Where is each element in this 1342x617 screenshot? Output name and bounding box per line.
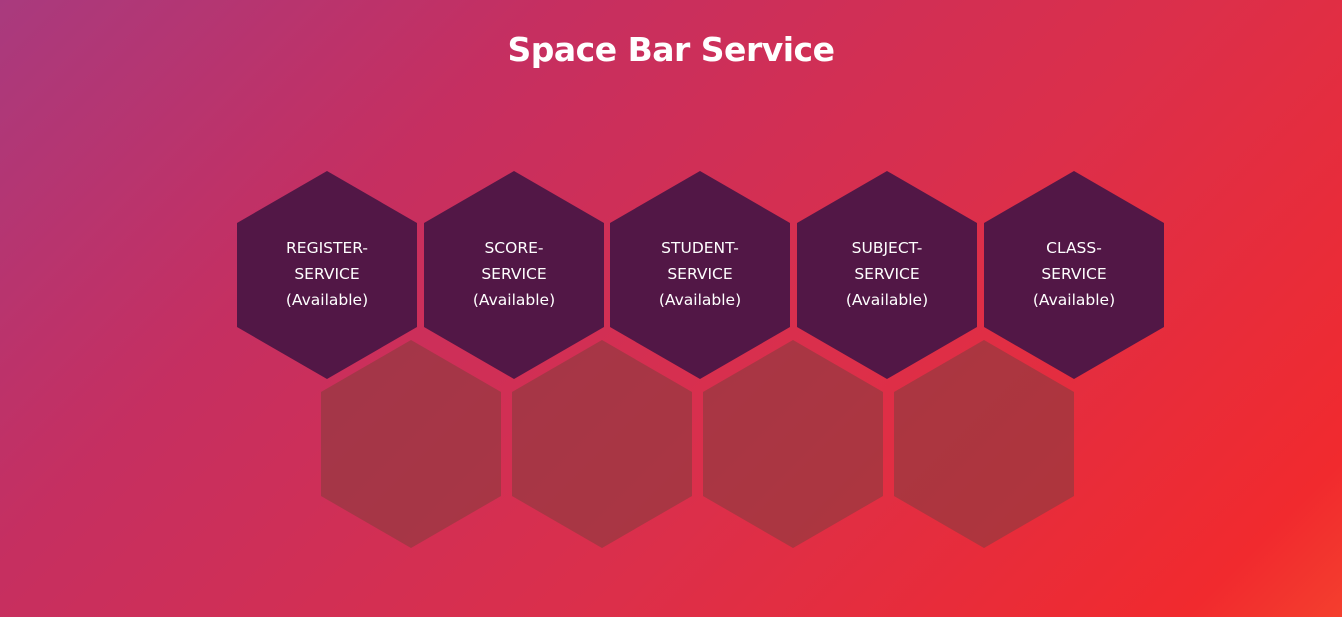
page-title: Space Bar Service xyxy=(507,30,835,69)
service-status: (Available) xyxy=(658,290,742,309)
service-label: STUDENT- SERVICE (Available) xyxy=(659,235,741,313)
service-name: SCORE- xyxy=(484,238,544,257)
service-status: (Available) xyxy=(472,290,556,309)
service-status: (Available) xyxy=(845,290,929,309)
service-name: STUDENT- xyxy=(661,238,739,257)
class-service-tile[interactable]: CLASS- SERVICE (Available) xyxy=(984,171,1164,379)
service-label: CLASS- SERVICE (Available) xyxy=(1033,235,1115,313)
service-type: SERVICE xyxy=(481,264,547,283)
service-label: SCORE- SERVICE (Available) xyxy=(473,235,555,313)
score-service-tile[interactable]: SCORE- SERVICE (Available) xyxy=(424,171,604,379)
empty-hex-placeholder xyxy=(321,340,501,548)
service-status: (Available) xyxy=(1032,290,1116,309)
service-type: SERVICE xyxy=(1041,264,1107,283)
service-label: SUBJECT- SERVICE (Available) xyxy=(846,235,928,313)
service-name: SUBJECT- xyxy=(851,238,923,257)
service-name: CLASS- xyxy=(1046,238,1102,257)
empty-hex-placeholder xyxy=(894,340,1074,548)
subject-service-tile[interactable]: SUBJECT- SERVICE (Available) xyxy=(797,171,977,379)
service-name: REGISTER- xyxy=(286,238,368,257)
service-type: SERVICE xyxy=(294,264,360,283)
service-type: SERVICE xyxy=(667,264,733,283)
service-type: SERVICE xyxy=(854,264,920,283)
student-service-tile[interactable]: STUDENT- SERVICE (Available) xyxy=(610,171,790,379)
register-service-tile[interactable]: REGISTER- SERVICE (Available) xyxy=(237,171,417,379)
service-label: REGISTER- SERVICE (Available) xyxy=(286,235,368,313)
service-status: (Available) xyxy=(285,290,369,309)
empty-hex-placeholder xyxy=(512,340,692,548)
empty-hex-placeholder xyxy=(703,340,883,548)
